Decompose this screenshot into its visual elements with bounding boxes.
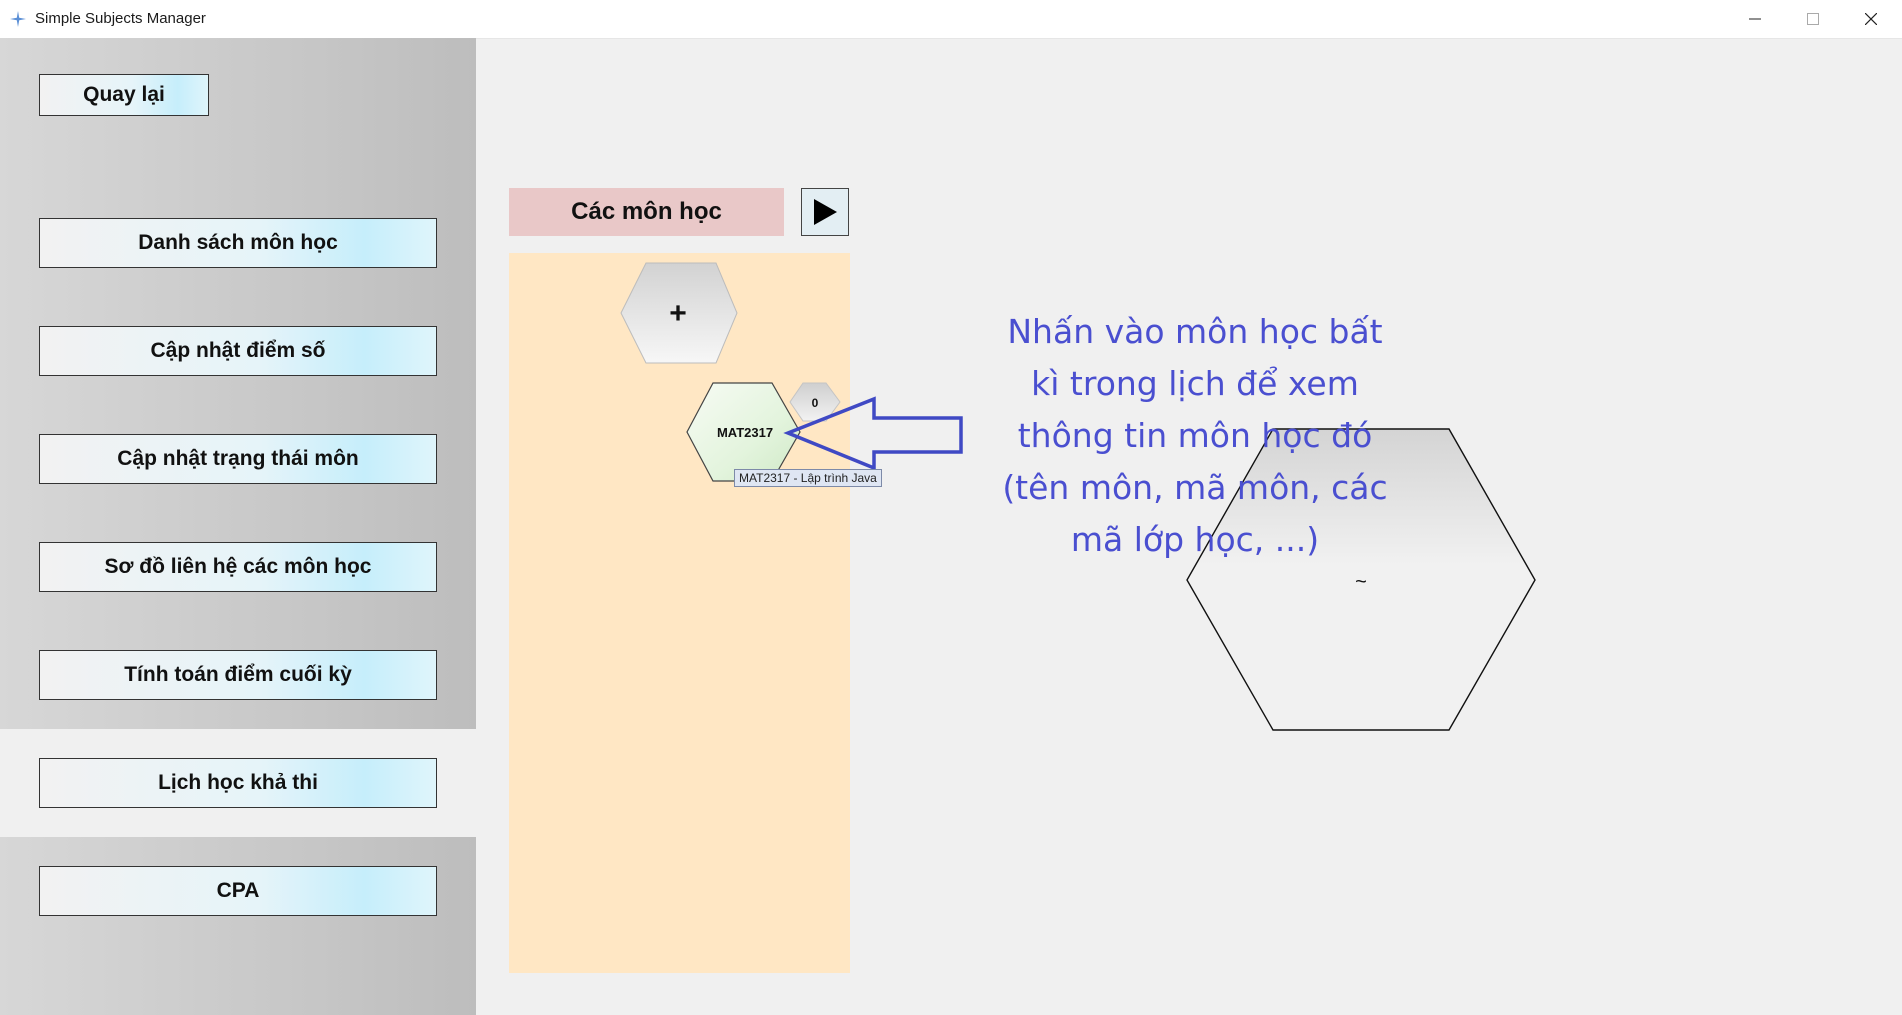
hint-text: Nhấn vào môn học bất kì trong lịch để xe…	[990, 306, 1400, 566]
badge-count: 0	[812, 396, 819, 410]
hint-line: Nhấn vào môn học bất	[1007, 312, 1383, 351]
hint-line: kì trong lịch để xem	[1031, 364, 1359, 403]
detail-placeholder: ~	[1355, 571, 1367, 593]
add-subject-button[interactable]: +	[620, 262, 738, 364]
hint-line: (tên môn, mã môn, các	[1002, 468, 1388, 507]
subject-code: MAT2317	[717, 425, 773, 440]
hint-line: thông tin môn học đó	[1017, 416, 1373, 455]
hint-line: mã lớp học, ...)	[1070, 520, 1320, 559]
subject-tooltip: MAT2317 - Lập trình Java	[734, 469, 882, 487]
add-label: +	[669, 297, 687, 330]
schedule-canvas: + MAT2317 0	[620, 262, 963, 482]
subject-hex-mat2317[interactable]: MAT2317	[686, 382, 801, 482]
